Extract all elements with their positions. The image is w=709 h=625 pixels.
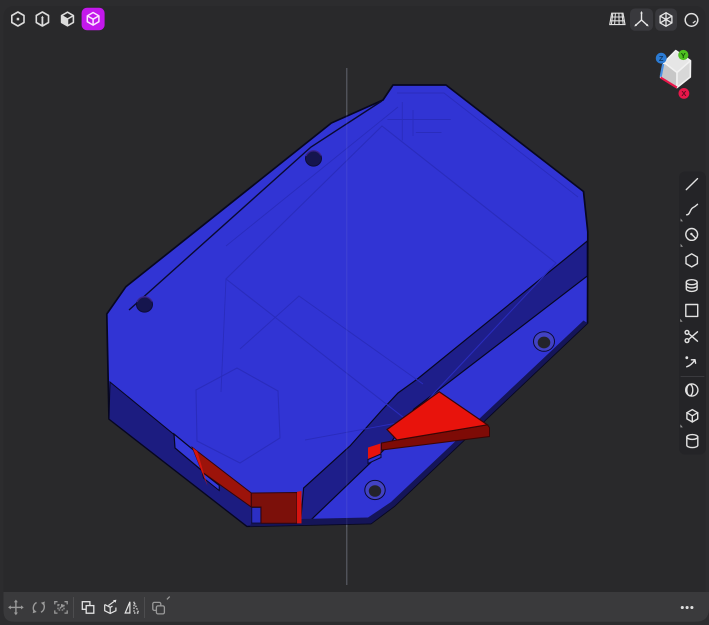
- svg-text:Y: Y: [681, 51, 686, 60]
- svg-text:Z: Z: [659, 54, 664, 63]
- svg-text:X: X: [681, 89, 686, 98]
